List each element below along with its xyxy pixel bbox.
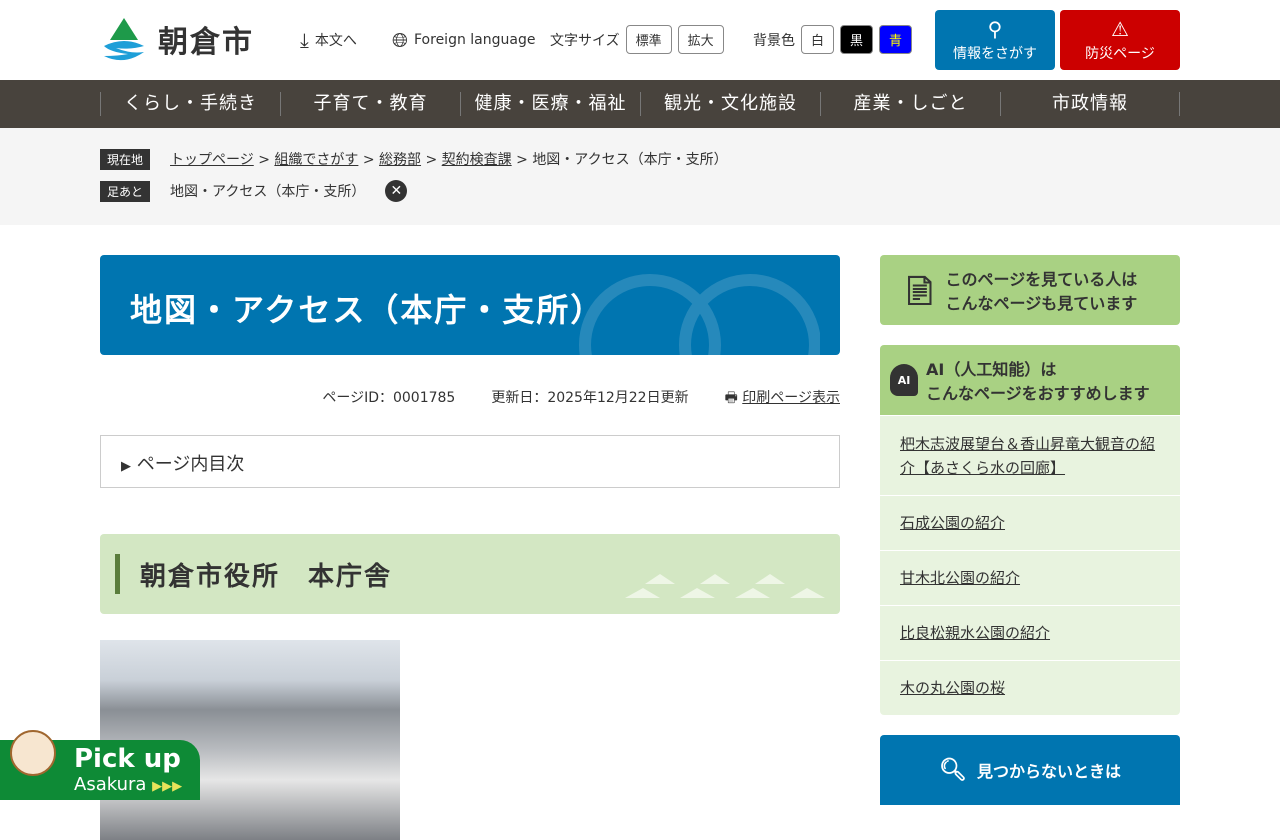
breadcrumb-sep: > xyxy=(425,152,438,168)
viewed-line2: こんなページも見ています xyxy=(945,294,1138,313)
recommend-link[interactable]: 木の丸公園の桜 xyxy=(900,676,1005,700)
skip-label: 本文へ xyxy=(314,33,357,49)
gnav-item[interactable]: 市政情報 xyxy=(1000,92,1180,116)
search-icon: ⚲ xyxy=(987,17,1003,41)
list-item: 甘木北公園の紹介 xyxy=(880,550,1180,605)
gnav-item[interactable]: 健康・医療・福祉 xyxy=(460,92,640,116)
warning-icon: ⚠ xyxy=(1111,17,1129,41)
recommend-link[interactable]: 比良松親水公園の紹介 xyxy=(900,621,1050,645)
pickup-title: Pick up xyxy=(74,744,181,774)
ai-line1: AI（人工知能）は xyxy=(926,360,1057,379)
globe-icon: 🌐︎ xyxy=(392,28,408,52)
gnav-item[interactable]: 観光・文化施設 xyxy=(640,92,820,116)
gnav-item[interactable]: くらし・手続き xyxy=(100,92,280,116)
search-button[interactable]: ⚲ 情報をさがす xyxy=(935,10,1055,70)
waterwheel-decoration-icon xyxy=(579,274,820,355)
search-label: 情報をさがす xyxy=(953,46,1037,62)
gnav-item[interactable]: 子育て・教育 xyxy=(280,92,460,116)
logo-icon xyxy=(104,18,144,61)
bg-blue-button[interactable]: 青 xyxy=(879,25,913,54)
footprint-item[interactable]: 地図・アクセス（本庁・支所） xyxy=(170,181,365,201)
sidebar: 📄︎ このページを見ている人は こんなページも見ています AI AI（人工知能）は… xyxy=(880,255,1180,805)
ai-line2: こんなページをおすすめします xyxy=(926,384,1150,403)
ai-recommend-header: AI AI（人工知能）はこんなページをおすすめします xyxy=(880,345,1180,415)
recommend-link[interactable]: 杷木志波展望台＆香山昇竜大観音の紹介【あさくら水の回廊】 xyxy=(900,432,1160,480)
logo-text: 朝倉市 xyxy=(158,25,254,60)
global-nav: くらし・手続き 子育て・教育 健康・医療・福祉 観光・文化施設 産業・しごと 市… xyxy=(0,80,1280,128)
page-id: ページID：0001785 xyxy=(322,390,456,406)
viewed-line1: このページを見ている人は xyxy=(945,270,1138,289)
disaster-button[interactable]: ⚠ 防災ページ xyxy=(1060,10,1180,70)
viewed-pages-header: 📄︎ このページを見ている人は こんなページも見ています xyxy=(880,255,1180,325)
page-title: 地図・アクセス（本庁・支所） xyxy=(100,255,840,355)
breadcrumb-link[interactable]: 総務部 xyxy=(379,152,421,168)
gnav-item[interactable]: 産業・しごと xyxy=(820,92,1000,116)
download-icon: ⤓ xyxy=(300,28,309,52)
search-document-icon: 🔍︎ xyxy=(939,757,967,783)
breadcrumb-link[interactable]: 組織でさがす xyxy=(274,152,358,168)
main-content: 地図・アクセス（本庁・支所） ページID：0001785 更新日：2025年12… xyxy=(100,255,840,840)
print-label: 印刷ページ表示 xyxy=(742,390,840,406)
foreign-label: Foreign language xyxy=(414,32,536,48)
section-heading: 朝倉市役所 本庁舎 xyxy=(100,534,840,614)
arrows-icon: ▶▶▶ xyxy=(152,779,183,794)
page-title-text: 地図・アクセス（本庁・支所） xyxy=(130,291,605,329)
recommend-list: 杷木志波展望台＆香山昇竜大観音の紹介【あさくら水の回廊】 石成公園の紹介 甘木北… xyxy=(880,415,1180,715)
close-icon[interactable]: ✕ xyxy=(385,180,408,202)
breadcrumb-current: 地図・アクセス（本庁・支所） xyxy=(532,152,728,168)
breadcrumb-sep: > xyxy=(516,152,528,168)
pickup-subtitle-text: Asakura xyxy=(74,774,147,795)
foreign-language-link[interactable]: 🌐︎ Foreign language xyxy=(392,28,535,52)
recommend-link[interactable]: 石成公園の紹介 xyxy=(900,511,1005,535)
skip-link[interactable]: ⤓ 本文へ xyxy=(300,28,357,52)
page-meta: ページID：0001785 更新日：2025年12月22日更新 🖶︎ 印刷ページ… xyxy=(100,387,840,411)
font-large-button[interactable]: 拡大 xyxy=(677,25,724,54)
breadcrumb: 現在地 トップページ > 組織でさがす > 総務部 > 契約検査課 > 地図・ア… xyxy=(100,148,1280,170)
list-item: 比良松親水公園の紹介 xyxy=(880,605,1180,660)
pickup-banner[interactable]: Pick up Asakura ▶▶▶ xyxy=(0,730,200,800)
breadcrumb-sep: > xyxy=(362,152,375,168)
bg-color-label: 背景色 xyxy=(753,32,795,49)
document-eye-icon: 📄︎ xyxy=(902,273,938,307)
printer-icon: 🖶︎ xyxy=(724,390,738,406)
updated-date: 更新日：2025年12月22日更新 xyxy=(491,390,689,406)
print-link[interactable]: 🖶︎ 印刷ページ表示 xyxy=(725,387,840,411)
bg-black-button[interactable]: 黒 xyxy=(840,25,874,54)
heading-bar xyxy=(115,554,120,594)
breadcrumb-link[interactable]: 契約検査課 xyxy=(442,152,512,168)
header: 朝倉市 ⤓ 本文へ 🌐︎ Foreign language 文字サイズ 標準 拡大 背景… xyxy=(0,0,1280,80)
footprint: 足あと 地図・アクセス（本庁・支所） ✕ xyxy=(100,180,1280,202)
mascot-icon xyxy=(10,730,56,776)
breadcrumb-label: 現在地 xyxy=(100,148,151,170)
section-heading-text: 朝倉市役所 本庁舎 xyxy=(140,562,393,592)
not-found-label: 見つからないときは xyxy=(976,762,1121,781)
footprint-label: 足あと xyxy=(100,180,151,202)
breadcrumb-link[interactable]: トップページ xyxy=(170,152,254,168)
disaster-label: 防災ページ xyxy=(1085,46,1155,62)
bg-white-button[interactable]: 白 xyxy=(801,25,835,54)
pickup-subtitle: Asakura ▶▶▶ xyxy=(74,774,182,795)
font-standard-button[interactable]: 標準 xyxy=(625,25,672,54)
site-logo[interactable]: 朝倉市 xyxy=(100,16,254,62)
triangle-right-icon: ▶ xyxy=(121,459,131,474)
breadcrumb-area: 現在地 トップページ > 組織でさがす > 総務部 > 契約検査課 > 地図・ア… xyxy=(0,128,1280,225)
list-item: 杷木志波展望台＆香山昇竜大観音の紹介【あさくら水の回廊】 xyxy=(880,415,1180,495)
wave-decoration-icon xyxy=(625,574,825,598)
breadcrumb-sep: > xyxy=(258,152,270,168)
list-item: 石成公園の紹介 xyxy=(880,495,1180,550)
not-found-button[interactable]: 🔍︎ 見つからないときは xyxy=(880,735,1180,805)
ai-head-icon: AI xyxy=(890,364,918,396)
toc-label: ページ内目次 xyxy=(136,454,245,475)
toc-toggle[interactable]: ▶ ページ内目次 xyxy=(100,435,840,488)
recommend-link[interactable]: 甘木北公園の紹介 xyxy=(900,566,1020,590)
list-item: 木の丸公園の桜 xyxy=(880,660,1180,715)
font-size-label: 文字サイズ xyxy=(550,32,620,49)
